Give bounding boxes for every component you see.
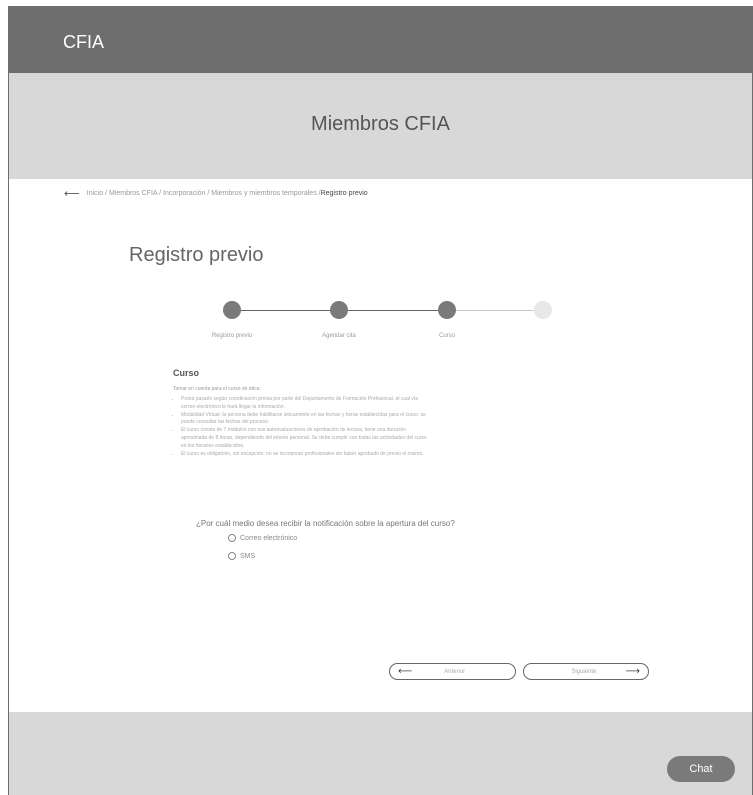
section-intro: Tomar en cuenta para el curso de ética:	[173, 386, 261, 392]
step-dot-curso	[438, 301, 456, 319]
arrow-right-icon: ⟶	[625, 666, 640, 677]
course-notes-list: Podrá pasarlo según coordinación previa …	[173, 396, 433, 458]
breadcrumb: ⟵ Inicio / Miembros CFIA / Incorporación…	[64, 187, 368, 200]
step-dot-agendar-cita	[330, 301, 348, 319]
step-label: Curso	[438, 333, 456, 339]
breadcrumb-current: Registro previo	[320, 190, 368, 197]
list-item: Modalidad Virtual: la persona debe habil…	[181, 412, 433, 428]
step-dot-pending	[534, 301, 552, 319]
chat-button[interactable]: Chat	[667, 756, 735, 782]
hero-title: Miembros CFIA	[311, 113, 450, 135]
radio-label: Correo electrónico	[240, 534, 298, 542]
hero-banner: Miembros CFIA	[9, 73, 752, 179]
radio-option-sms[interactable]: SMS	[228, 552, 255, 560]
previous-button[interactable]: ⟵ Anterior	[389, 663, 516, 680]
top-bar: CFIA	[9, 6, 752, 73]
next-button[interactable]: Siguiente ⟶	[523, 663, 649, 680]
radio-circle[interactable]	[228, 534, 236, 542]
notification-question: ¿Por cuál medio desea recibir la notific…	[196, 519, 455, 528]
course-section: Curso Tomar en cuenta para el curso de é…	[173, 368, 433, 458]
radio-label: SMS	[240, 552, 256, 560]
step-label: Registro previo	[211, 333, 253, 339]
step-label: Agendar cita	[322, 333, 356, 339]
step-connector	[339, 310, 447, 311]
breadcrumb-path[interactable]: Inicio / Miembros CFIA / Incorporación /…	[87, 190, 321, 197]
section-title: Curso	[173, 368, 200, 378]
radio-option-email[interactable]: Correo electrónico	[228, 534, 297, 542]
next-label: Siguiente	[571, 668, 597, 675]
step-connector	[232, 310, 339, 311]
footer	[9, 712, 752, 795]
step-dot-registro-previo	[223, 301, 241, 319]
arrow-left-icon: ⟵	[398, 666, 413, 677]
page-title: Registro previo	[129, 244, 264, 266]
radio-circle[interactable]	[228, 552, 236, 560]
brand-logo[interactable]: CFIA	[63, 32, 104, 53]
arrow-left-icon[interactable]: ⟵	[64, 187, 80, 200]
app-frame: CFIA Miembros CFIA ⟵ Inicio / Miembros C…	[8, 6, 753, 795]
list-item: El curso consta de 7 módulos con sus aut…	[181, 427, 433, 450]
previous-label: Anterior	[444, 668, 466, 675]
list-item: El curso es obligatorio, sin excepción; …	[181, 451, 433, 459]
list-item: Podrá pasarlo según coordinación previa …	[181, 396, 433, 412]
step-connector	[447, 310, 543, 311]
progress-stepper: Registro previo Agendar cita Curso	[9, 295, 752, 345]
